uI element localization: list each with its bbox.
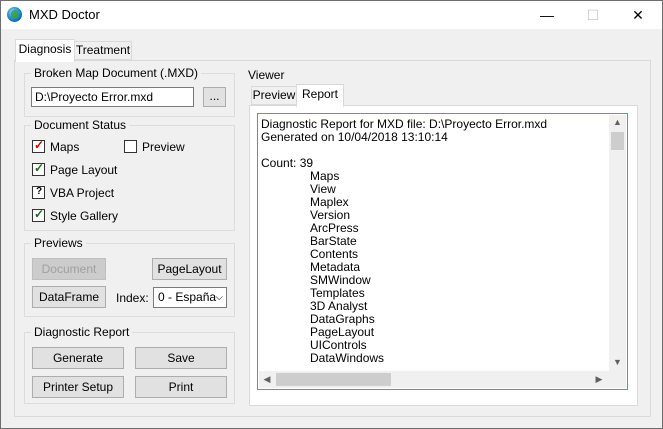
main-window: MXD Doctor — ☐ ✕ Diagnosis Treatment Bro… (0, 0, 663, 429)
minimize-button[interactable]: — (524, 1, 570, 29)
broken-document-group: Broken Map Document (.MXD) D:\Proyecto E… (24, 66, 235, 117)
page-layout-label: Page Layout (50, 163, 118, 177)
page-layout-checkbox[interactable]: ✓ (32, 161, 45, 176)
previews-group-label: Previews (31, 236, 86, 250)
close-button[interactable]: ✕ (615, 1, 661, 29)
report-item: DataWindows (310, 351, 385, 365)
preview-checkbox[interactable] (124, 140, 137, 153)
previews-group: Previews Document PageLayout DataFrame I… (24, 236, 235, 317)
vertical-scroll-thumb[interactable] (611, 132, 624, 150)
tab-report[interactable]: Report (296, 84, 344, 107)
index-select-value: 0 - España (158, 290, 217, 304)
scroll-left-arrow-icon[interactable]: ◀ (261, 374, 273, 385)
printer-setup-button[interactable]: Printer Setup (32, 376, 124, 398)
checkmark-icon: ✓ (33, 138, 45, 152)
mxd-path-input[interactable]: D:\Proyecto Error.mxd (31, 87, 194, 107)
title-bar[interactable]: MXD Doctor — ☐ ✕ (1, 1, 662, 29)
scroll-right-arrow-icon[interactable]: ▶ (593, 374, 605, 385)
horizontal-scroll-thumb[interactable] (276, 373, 391, 386)
vba-project-label: VBA Project (50, 186, 115, 200)
save-button[interactable]: Save (135, 347, 227, 369)
style-gallery-label: Style Gallery (50, 209, 119, 223)
viewer-group: Viewer Preview Report Diagnostic Report … (241, 68, 640, 406)
scroll-down-arrow-icon[interactable]: ▼ (609, 357, 626, 367)
chevron-down-icon: ⌵ (215, 292, 223, 303)
report-count: Count: 39 (261, 156, 314, 170)
maps-checkbox[interactable]: ✓ (32, 138, 45, 153)
checkmark-icon: ✓ (33, 161, 45, 175)
scroll-up-arrow-icon[interactable]: ▲ (609, 117, 626, 127)
generate-button[interactable]: Generate (32, 347, 124, 369)
tab-treatment[interactable]: Treatment (74, 41, 132, 60)
dataframe-button[interactable]: DataFrame (32, 286, 106, 308)
question-icon: ? (35, 186, 43, 197)
maximize-button[interactable]: ☐ (570, 1, 616, 29)
diagnosis-panel: Broken Map Document (.MXD) D:\Proyecto E… (14, 60, 651, 417)
tab-preview[interactable]: Preview (251, 86, 297, 105)
preview-label: Preview (142, 140, 185, 154)
checkmark-icon: ✓ (33, 207, 45, 221)
horizontal-scrollbar[interactable]: ◀ ▶ (259, 371, 609, 388)
report-line: Generated on 10/04/2018 13:10:14 (261, 130, 448, 144)
diagnostic-report-group-label: Diagnostic Report (31, 325, 133, 339)
globe-app-icon (7, 7, 22, 22)
broken-document-group-label: Broken Map Document (.MXD) (31, 66, 202, 80)
browse-button[interactable]: ... (203, 87, 226, 107)
vba-project-checkbox[interactable]: ? (32, 186, 45, 199)
style-gallery-checkbox[interactable]: ✓ (32, 207, 45, 222)
diagnostic-report-group: Diagnostic Report Generate Save Printer … (24, 325, 235, 404)
index-label: Index: (116, 291, 149, 305)
document-button[interactable]: Document (32, 258, 106, 280)
maps-label: Maps (50, 140, 80, 154)
vertical-scrollbar[interactable]: ▲ ▼ (609, 115, 626, 371)
pagelayout-button[interactable]: PageLayout (152, 258, 227, 280)
tab-diagnosis[interactable]: Diagnosis (15, 39, 75, 62)
document-status-group: Document Status ✓ Maps ✓ Page Layout ? V… (24, 118, 235, 231)
index-select[interactable]: 0 - España ⌵ (153, 287, 227, 308)
print-button[interactable]: Print (135, 376, 227, 398)
scroll-corner (609, 371, 626, 388)
document-status-group-label: Document Status (31, 118, 130, 132)
viewer-group-label: Viewer (245, 68, 288, 82)
report-text-area[interactable]: Diagnostic Report for MXD file: D:\Proye… (257, 113, 628, 390)
window-title: MXD Doctor (29, 7, 100, 22)
viewer-tab-panel: Diagnostic Report for MXD file: D:\Proye… (249, 105, 638, 406)
